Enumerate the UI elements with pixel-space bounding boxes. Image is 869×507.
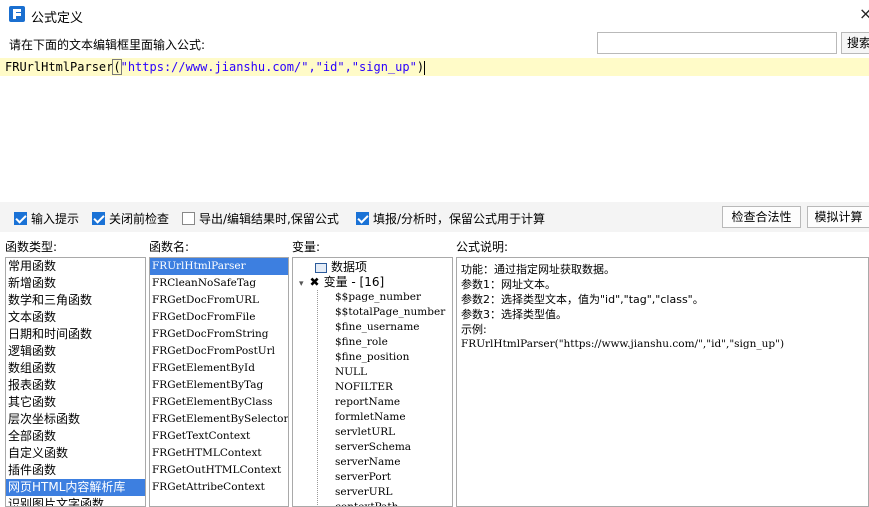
close-icon[interactable]: × (859, 5, 869, 23)
variable-item[interactable]: contextPath (318, 500, 452, 506)
search-button[interactable]: 搜索 (841, 32, 869, 54)
input-hint-label: 输入提示 (31, 212, 80, 226)
check-before-close-checkbox[interactable] (92, 212, 105, 225)
variable-item[interactable]: $fine_role (318, 335, 452, 350)
function-name-item[interactable]: FRGetElementByTag (150, 377, 288, 394)
editor-paren-close: ) (416, 60, 425, 74)
title-bar: 公式定义 × (0, 0, 869, 30)
formula-description: 功能：通过指定网址获取数据。 参数1：网址文本。参数2：选择类型文本，值为"id"… (456, 257, 869, 507)
function-type-item[interactable]: 识别图片文字函数 (6, 496, 145, 506)
keep-formula-export-checkbox[interactable] (182, 212, 195, 225)
description-line: 参数3：选择类型值。 (461, 308, 567, 321)
function-type-item[interactable]: 层次坐标函数 (6, 411, 145, 428)
function-name-item[interactable]: FRCleanNoSafeTag (150, 275, 288, 292)
formula-editor[interactable]: FRUrlHtmlParser("https://www.jianshu.com… (0, 56, 869, 200)
function-name-item[interactable]: FRGetHTMLContext (150, 445, 288, 462)
variable-item[interactable]: serverURL (318, 485, 452, 500)
text-caret (424, 60, 426, 75)
check-before-close-option[interactable]: 关闭前检查 (92, 210, 169, 227)
function-type-item[interactable]: 文本函数 (6, 309, 145, 326)
variable-item[interactable]: $fine_username (318, 320, 452, 335)
tree-item-label: 数据项 (331, 260, 368, 274)
variable-items: $$page_number $$totalPage_number $fine_use… (317, 290, 452, 506)
variable-item[interactable]: NULL (318, 365, 452, 380)
chevron-down-icon[interactable]: ▾ (299, 279, 304, 289)
description-line: 示例: (461, 323, 487, 336)
function-type-item[interactable]: 网页HTML内容解析库 (6, 479, 145, 496)
window-title: 公式定义 (31, 11, 84, 26)
function-type-list[interactable]: 常用函数 新增函数 数学和三角函数 文本函数 日期和时间函数 逻辑函数 数组函数 报表函数 其它… (5, 257, 146, 507)
input-hint-option[interactable]: 输入提示 (14, 210, 79, 227)
description-line: 参数1：网址文本。 (461, 278, 556, 291)
function-name-item[interactable]: FRGetDocFromString (150, 326, 288, 343)
description-header: 公式说明: (456, 240, 509, 254)
function-name-item[interactable]: FRUrlHtmlParser (150, 258, 288, 275)
variable-item[interactable]: $$page_number (318, 290, 452, 305)
variable-item[interactable]: serverName (318, 455, 452, 470)
function-types-header: 函数类型: (5, 240, 58, 254)
function-type-item[interactable]: 自定义函数 (6, 445, 145, 462)
tree-group-label: 变量 - [16] (323, 275, 385, 289)
variable-item[interactable]: formletName (318, 410, 452, 425)
variable-item[interactable]: $fine_position (318, 350, 452, 365)
description-line: 功能：通过指定网址获取数据。 (461, 263, 615, 276)
search-input[interactable] (597, 32, 837, 54)
keep-formula-fill-label: 填报/分析时，保留公式用于计算 (373, 212, 546, 226)
table-icon (315, 262, 327, 273)
keep-formula-fill-checkbox[interactable] (356, 212, 369, 225)
check-before-close-label: 关闭前检查 (109, 212, 170, 226)
function-type-item[interactable]: 常用函数 (6, 258, 145, 275)
function-name-list[interactable]: FRUrlHtmlParser FRCleanNoSafeTag FRGetDocF… (149, 257, 289, 507)
function-name-item[interactable]: FRGetTextContext (150, 428, 288, 445)
function-name-item[interactable]: FRGetDocFromFile (150, 309, 288, 326)
editor-current-line[interactable]: FRUrlHtmlParser("https://www.jianshu.com… (0, 58, 869, 76)
keep-formula-export-option[interactable]: 导出/编辑结果时,保留公式 (182, 210, 339, 227)
variable-item[interactable]: serverPort (318, 470, 452, 485)
variable-item[interactable]: reportName (318, 395, 452, 410)
tree-item-data-item[interactable]: 数据项 (293, 260, 452, 275)
function-names-header: 函数名: (149, 240, 190, 254)
editor-function-name: FRUrlHtmlParser (5, 60, 114, 74)
editor-prompt-label: 请在下面的文本编辑框里面输入公式: (9, 38, 206, 52)
variable-item[interactable]: serverSchema (318, 440, 452, 455)
editor-paren-open: ( (112, 59, 122, 75)
description-line: 参数2：选择类型文本，值为"id","tag","class"。 (461, 293, 704, 306)
function-name-item[interactable]: FRGetDocFromURL (150, 292, 288, 309)
function-name-item[interactable]: FRGetElementByClass (150, 394, 288, 411)
variable-item[interactable]: NOFILTER (318, 380, 452, 395)
description-line: FRUrlHtmlParser("https://www.jianshu.com… (461, 338, 785, 350)
variable-tree[interactable]: 数据项 ▾ ✖ 变量 - [16] $$page_number $$totalPage… (292, 257, 453, 507)
function-name-item[interactable]: FRGetAttribeContext (150, 479, 288, 496)
function-name-item[interactable]: FRGetElementById (150, 360, 288, 377)
variables-header: 变量: (292, 240, 321, 254)
function-type-item[interactable]: 数组函数 (6, 360, 145, 377)
function-type-item[interactable]: 其它函数 (6, 394, 145, 411)
function-name-item[interactable]: FRGetOutHTMLContext (150, 462, 288, 479)
function-type-item[interactable]: 全部函数 (6, 428, 145, 445)
validate-button[interactable]: 检查合法性 (722, 206, 801, 228)
function-type-item[interactable]: 报表函数 (6, 377, 145, 394)
function-type-item[interactable]: 插件函数 (6, 462, 145, 479)
variable-item[interactable]: servletURL (318, 425, 452, 440)
function-name-item[interactable]: FRGetElementBySelector (150, 411, 288, 428)
keep-formula-fill-option[interactable]: 填报/分析时，保留公式用于计算 (356, 210, 545, 227)
variable-icon: ✖ (309, 275, 320, 289)
simulate-button[interactable]: 模拟计算 (807, 206, 869, 228)
function-type-item[interactable]: 新增函数 (6, 275, 145, 292)
function-name-item[interactable]: FRGetDocFromPostUrl (150, 343, 288, 360)
function-type-item[interactable]: 数学和三角函数 (6, 292, 145, 309)
app-logo-icon (9, 6, 25, 22)
function-type-item[interactable]: 日期和时间函数 (6, 326, 145, 343)
variable-item[interactable]: $$totalPage_number (318, 305, 452, 320)
editor-arguments: "https://www.jianshu.com/","id","sign_up… (120, 60, 417, 74)
tree-group-variables[interactable]: ▾ ✖ 变量 - [16] (293, 275, 452, 290)
input-hint-checkbox[interactable] (14, 212, 27, 225)
function-type-item[interactable]: 逻辑函数 (6, 343, 145, 360)
keep-formula-export-label: 导出/编辑结果时,保留公式 (199, 212, 339, 226)
